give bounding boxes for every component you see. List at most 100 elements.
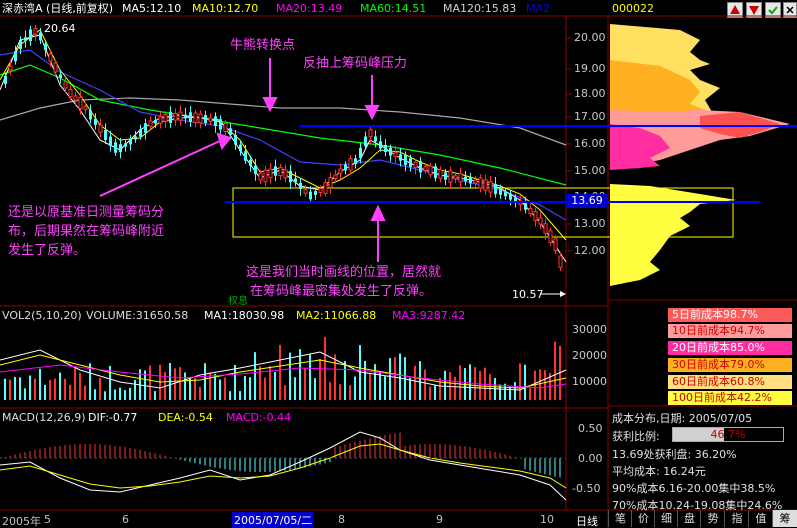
annotation-rebound-pressure: 反抽上筹码峰压力 (303, 56, 408, 71)
legend-100d: 100日前成本42.2% (668, 391, 792, 405)
annotation-left-1: 还是以原基准日测量筹码分 (8, 205, 165, 220)
candle-body (68, 88, 73, 98)
candle-body (314, 191, 317, 195)
candle-body (119, 144, 122, 153)
candle-body (73, 95, 78, 101)
macd-value: MACD:-0.44 (226, 411, 292, 424)
candle-body (499, 188, 502, 195)
volume-bar (514, 382, 516, 400)
legend-5d: 5日前成本98.7% (668, 308, 792, 322)
price-tick-16: 16.00 (574, 137, 606, 150)
price-tick-20: 20.00 (574, 31, 606, 44)
volume-bar (124, 390, 126, 400)
price-tick-18: 18.00 (574, 87, 606, 100)
candle-body (229, 128, 232, 135)
candle-body (173, 112, 178, 121)
volume-bar (284, 385, 286, 400)
candle-body (239, 144, 242, 152)
candle-body (494, 183, 497, 195)
volume-bar (129, 387, 131, 400)
candle-body (8, 65, 13, 71)
candle-body (158, 115, 163, 124)
volume-bar (304, 368, 306, 400)
vol-tick-30000: 30000 (572, 323, 607, 336)
tab-zhi-value[interactable]: 值 (748, 510, 773, 527)
candle-body (89, 110, 92, 120)
candle-body (44, 43, 47, 51)
tab-xi[interactable]: 细 (654, 510, 678, 527)
candle-body (14, 51, 17, 62)
volume-bar (409, 377, 411, 400)
candle-body (419, 160, 422, 173)
stock-chart-window: { "header": { "stock_title": "深赤湾A (日线,前… (0, 0, 797, 528)
candle-body (528, 207, 533, 215)
tab-shi[interactable]: 势 (700, 510, 725, 527)
candle-body (464, 176, 467, 182)
volume-bar (419, 361, 421, 400)
volume-bar (29, 375, 31, 400)
volume-bar (184, 372, 186, 400)
x-month-5: 5 (44, 513, 51, 526)
candle-body (294, 178, 297, 183)
tab-zhi[interactable]: 指 (724, 510, 749, 527)
volume-bar (94, 389, 96, 400)
macd-tick-pos: 0.50 (578, 422, 603, 435)
candle-body (244, 151, 247, 161)
candle-body (434, 166, 437, 179)
tab-jia[interactable]: 价 (631, 510, 655, 527)
candle-body (368, 129, 373, 138)
candle-body (533, 211, 538, 221)
candle-body (263, 169, 268, 183)
candle-body (374, 136, 377, 142)
candle-body (139, 129, 142, 137)
candle-body (254, 165, 257, 175)
candle-body (24, 37, 27, 41)
volume-bar (49, 379, 51, 400)
volume-bar (179, 367, 181, 400)
candle-body (303, 189, 308, 194)
x-month-9: 9 (436, 513, 443, 526)
legend-60d: 60日前成本60.8% (668, 375, 792, 389)
volume-bar (69, 384, 71, 400)
volume-bar (489, 374, 491, 400)
volume-bar (394, 357, 396, 400)
candle-body (509, 193, 512, 200)
candle-body (148, 120, 153, 127)
candle-body (19, 39, 22, 49)
candle-body (488, 181, 493, 193)
candle-body (33, 28, 38, 35)
volume-bar (194, 377, 196, 400)
candle-body (258, 172, 263, 181)
annotation-bottom-2: 在筹码峰最密集处发生了反弹。 (250, 284, 433, 299)
tab-bi[interactable]: 笔 (608, 510, 632, 527)
candle-body (268, 168, 273, 179)
candle-body (389, 147, 392, 156)
volume-bar (274, 371, 276, 400)
candle-body (144, 123, 147, 133)
candle-body (413, 161, 418, 168)
candle-body (524, 202, 527, 210)
candle-body (354, 158, 357, 165)
volume-ma2: MA2:11066.88 (296, 309, 377, 322)
annotation-left-3: 发生了反弹。 (8, 243, 87, 258)
candle-body (458, 173, 463, 183)
price-tick-13: 13.00 (574, 217, 606, 230)
legend-30d: 30日前成本79.0% (668, 358, 792, 372)
tab-pan[interactable]: 盘 (677, 510, 701, 527)
volume-bar (19, 377, 21, 400)
candle-body (379, 141, 382, 149)
volume-bar (104, 391, 106, 400)
candle-body (438, 169, 443, 179)
volume-bar (339, 384, 341, 400)
volume-bar (299, 349, 301, 400)
volume-bar (14, 377, 16, 400)
tab-chip[interactable]: 筹 (772, 510, 797, 527)
candle-body (219, 119, 222, 130)
period-label[interactable]: 日线 (576, 513, 598, 528)
candle-body (344, 164, 347, 171)
volume-bar (114, 389, 116, 400)
volume-bar (149, 365, 151, 400)
volume-bar (199, 386, 201, 400)
candle-body (473, 179, 478, 184)
volume-bar (469, 364, 471, 400)
